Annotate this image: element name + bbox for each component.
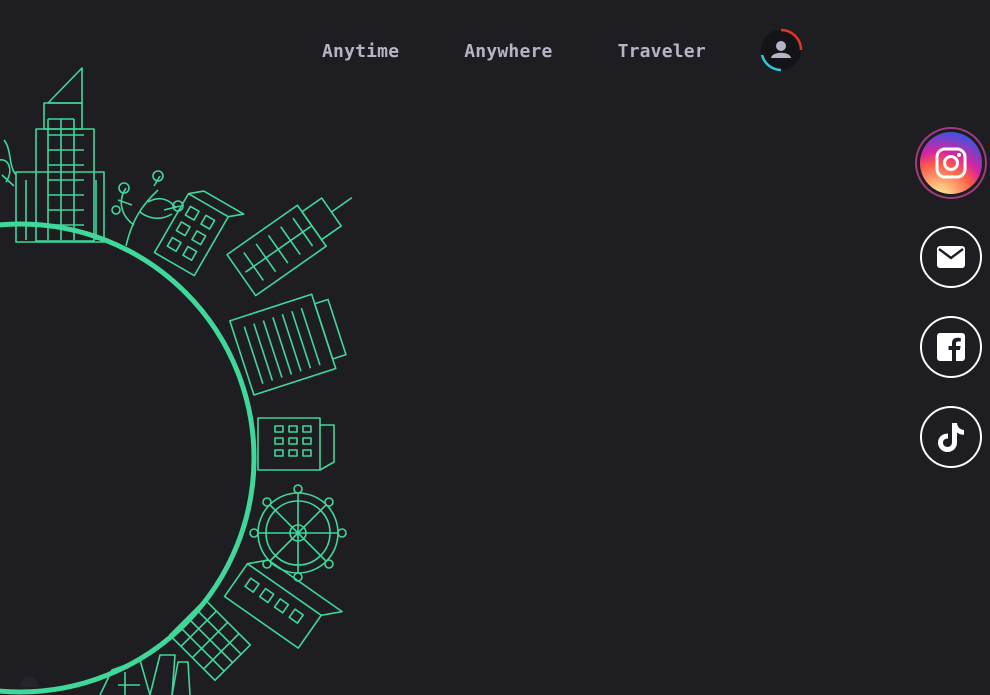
mail-icon bbox=[937, 246, 965, 268]
skyscraper-shape bbox=[15, 67, 105, 243]
facebook-icon bbox=[937, 333, 965, 361]
top-navigation: Anytime Anywhere Traveler bbox=[322, 27, 804, 73]
social-links bbox=[920, 130, 982, 496]
nav-anywhere[interactable]: Anywhere bbox=[464, 37, 552, 67]
page: Anytime Anywhere Traveler bbox=[0, 0, 990, 695]
facebook-button[interactable] bbox=[920, 316, 982, 378]
tiktok-button[interactable] bbox=[920, 406, 982, 468]
ferris-wheel-shape bbox=[249, 484, 347, 582]
instagram-button[interactable] bbox=[920, 132, 982, 194]
email-button[interactable] bbox=[920, 226, 982, 288]
nav-anytime[interactable]: Anytime bbox=[322, 37, 399, 67]
nav-traveler[interactable]: Traveler bbox=[618, 37, 706, 67]
user-avatar-icon bbox=[760, 28, 803, 72]
tree-shape bbox=[111, 170, 184, 247]
instagram-icon bbox=[935, 147, 967, 179]
tiktok-icon bbox=[938, 423, 964, 452]
profile-avatar-button[interactable] bbox=[758, 27, 804, 73]
city-globe-illustration bbox=[0, 67, 353, 695]
